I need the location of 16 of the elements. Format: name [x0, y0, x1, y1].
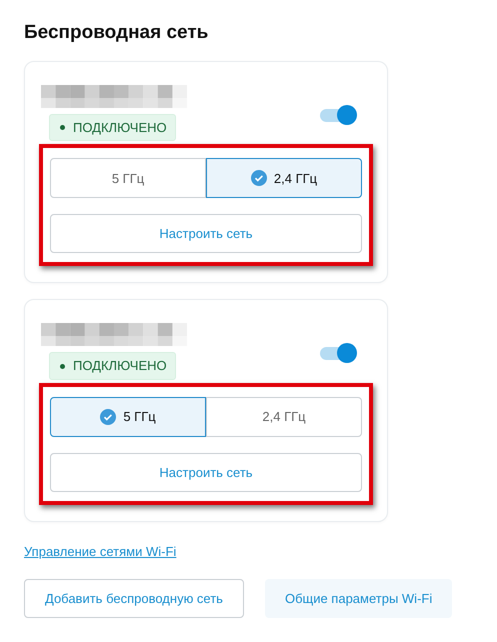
check-icon [250, 170, 267, 186]
band-tab[interactable]: 5 ГГц [50, 396, 206, 437]
check-icon [100, 408, 116, 425]
add-network-button[interactable]: Добавить беспроводную сеть [24, 578, 244, 618]
settings-button[interactable]: Общие параметры Wi-Fi [264, 578, 452, 618]
status-badge: ПОДКЛЮЧЕНО [49, 352, 176, 380]
section-title: Беспроводная сеть [24, 22, 210, 45]
toggle-switch[interactable] [320, 104, 357, 125]
status-badge: ПОДКЛЮЧЕНО [49, 114, 176, 142]
band-tab[interactable]: 5 ГГц [50, 158, 206, 198]
configure-button[interactable]: Настроить сеть [50, 452, 362, 492]
band-tab[interactable]: 2,4 ГГц [206, 158, 362, 198]
manage-link[interactable]: Управление сетями Wi-Fi [24, 542, 176, 562]
band-tab[interactable]: 2,4 ГГц [206, 396, 362, 437]
configure-button[interactable]: Настроить сеть [50, 214, 362, 254]
toggle-switch[interactable] [320, 343, 357, 364]
